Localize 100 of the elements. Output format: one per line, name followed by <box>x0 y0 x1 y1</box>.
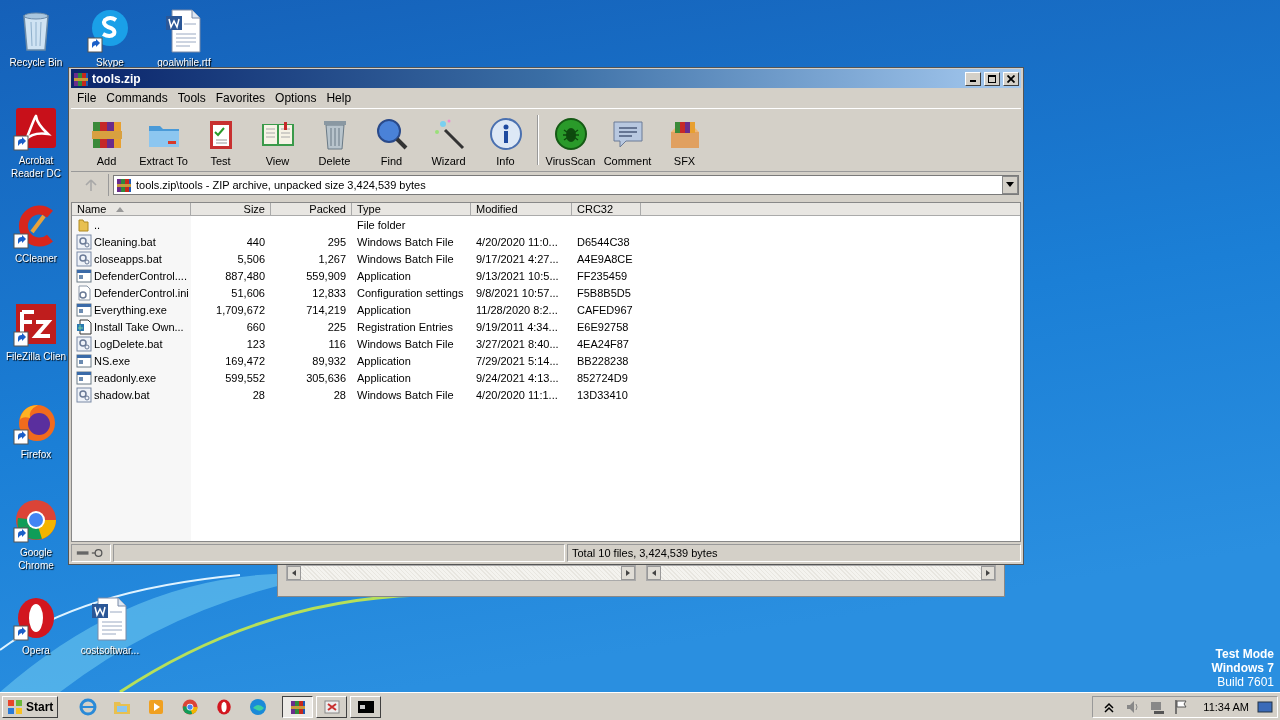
scroll-right-button[interactable] <box>621 566 635 580</box>
toolbar-button[interactable]: Delete <box>307 114 362 171</box>
start-button[interactable]: Start <box>2 695 59 718</box>
table-cell-text: 4/20/2020 11:1... <box>475 387 559 403</box>
horizontal-scrollbar[interactable] <box>286 565 636 581</box>
table-cell-text: 13D33410 <box>576 387 629 403</box>
icon-label[interactable]: FileZilla Clien <box>6 350 66 363</box>
table-cell-text: 1,267 <box>317 251 347 267</box>
archive-icon <box>116 177 132 193</box>
menu-item[interactable]: Commands <box>102 91 174 105</box>
menu-item[interactable]: Help <box>322 91 358 105</box>
table-cell-text: 9/19/2011 4:34... <box>475 319 559 335</box>
table-cell-text: 305,636 <box>305 370 347 386</box>
icon-label[interactable]: Acrobat Reader DC <box>2 154 70 180</box>
icon-label[interactable]: Skype <box>96 56 124 69</box>
left-arrow-icon <box>650 569 658 577</box>
status-text: Total 10 files, 3,424,539 bytes <box>567 544 1021 562</box>
file-name[interactable]: Everything.exe <box>94 303 167 316</box>
file-name[interactable]: .. <box>94 218 101 231</box>
scroll-left-button[interactable] <box>647 566 661 580</box>
table-cell-text: Registration Entries <box>356 319 454 335</box>
horizontal-scrollbar[interactable] <box>646 565 996 581</box>
toolbar-button[interactable]: Extract To <box>136 114 191 171</box>
browser-icon <box>79 697 98 716</box>
toolbar-button[interactable]: Test <box>193 114 248 171</box>
table-cell-text: 9/13/2021 10:5... <box>475 268 560 284</box>
file-name[interactable]: NS.exe <box>94 354 131 367</box>
table-cell-text: D6544C38 <box>576 234 631 250</box>
file-name[interactable]: DefenderControl.ini <box>94 286 189 299</box>
table-cell-text: 4/20/2020 11:0... <box>475 234 559 250</box>
icon-label[interactable]: goalwhile.rtf <box>157 56 211 69</box>
table-cell-text: 89,932 <box>311 353 347 369</box>
registry-file-icon <box>76 318 92 335</box>
table-cell-text: Windows Batch File <box>356 336 455 352</box>
dropdown-button[interactable] <box>1002 176 1018 194</box>
table-cell-text: 11/28/2020 8:2... <box>475 302 559 318</box>
toolbar-button[interactable]: Find <box>364 114 419 171</box>
application-icon <box>76 301 92 318</box>
table-cell-text: FF235459 <box>576 268 629 284</box>
close-button[interactable] <box>1003 71 1019 86</box>
file-name[interactable]: LogDelete.bat <box>94 337 163 350</box>
icon-label[interactable]: Recycle Bin <box>9 56 63 69</box>
gears-icon <box>76 335 92 352</box>
toolbar-button[interactable]: Info <box>478 114 533 171</box>
gears-icon <box>76 250 92 267</box>
table-cell-text: 852724D9 <box>576 370 629 386</box>
column-header[interactable]: Name <box>72 203 191 216</box>
scroll-left-button[interactable] <box>287 566 301 580</box>
address-field[interactable]: tools.zip\tools - ZIP archive, unpacked size 3,424,539 bytes <box>113 175 1019 195</box>
toolbar-button[interactable]: View <box>250 114 305 171</box>
table-cell-text: 123 <box>245 336 266 352</box>
bug-icon <box>552 116 589 152</box>
file-name[interactable]: Cleaning.bat <box>94 235 156 248</box>
column-header[interactable]: CRC32 <box>572 203 641 216</box>
clock[interactable]: 11:34 AM <box>1203 700 1249 713</box>
table-cell-text: 9/17/2021 4:27... <box>475 251 560 267</box>
menu-item[interactable]: File <box>73 91 103 105</box>
file-name[interactable]: Install Take Own... <box>94 320 184 333</box>
file-name[interactable]: readonly.exe <box>94 371 157 384</box>
application-icon <box>76 352 92 369</box>
edge-icon <box>249 697 268 716</box>
close-icon <box>1007 74 1015 83</box>
table-cell-text: 28 <box>332 387 347 403</box>
column-header[interactable]: Size <box>191 203 271 216</box>
column-header[interactable]: Type <box>352 203 471 216</box>
taskbar-button[interactable] <box>282 695 314 718</box>
scroll-right-button[interactable] <box>981 566 995 580</box>
file-name[interactable]: DefenderControl.... <box>94 269 187 282</box>
menu-item[interactable]: Favorites <box>211 91 272 105</box>
icon-label[interactable]: CCleaner <box>14 252 58 265</box>
table-cell-text: Application <box>356 302 412 318</box>
toolbar-button[interactable]: SFX <box>657 114 712 171</box>
table-cell-text: 714,219 <box>305 302 347 318</box>
toolbar-button[interactable]: Comment <box>600 114 655 171</box>
file-name[interactable]: closeapps.bat <box>94 252 162 265</box>
toolbar-button[interactable]: Wizard <box>421 114 476 171</box>
minimize-button[interactable] <box>965 71 981 86</box>
table-cell-text: 559,909 <box>305 268 347 284</box>
archive-icon <box>73 70 89 87</box>
menu-item[interactable]: Options <box>271 91 323 105</box>
application-icon <box>76 369 92 386</box>
toolbar-button[interactable]: Add <box>79 114 134 171</box>
minimize-icon <box>970 80 976 82</box>
icon-label[interactable]: Opera <box>22 644 50 657</box>
column-header[interactable]: Packed <box>271 203 352 216</box>
table-cell-text: 225 <box>326 319 347 335</box>
folder-icon <box>76 216 92 233</box>
archive-icon <box>288 698 307 715</box>
menu-item[interactable]: Tools <box>173 91 212 105</box>
toolbar-button[interactable]: VirusScan <box>543 114 598 171</box>
column-header[interactable]: Modified <box>471 203 572 216</box>
icon-label[interactable]: Google Chrome <box>2 546 70 572</box>
table-cell-text: 169,472 <box>224 353 266 369</box>
chrome-icon <box>181 697 200 716</box>
table-cell-text: Configuration settings <box>356 285 465 301</box>
table-cell-text: CAFED967 <box>576 302 634 318</box>
maximize-button[interactable] <box>984 71 1000 86</box>
file-name[interactable]: shadow.bat <box>94 388 150 401</box>
icon-label[interactable]: Firefox <box>20 448 52 461</box>
terminal-icon <box>356 698 375 715</box>
